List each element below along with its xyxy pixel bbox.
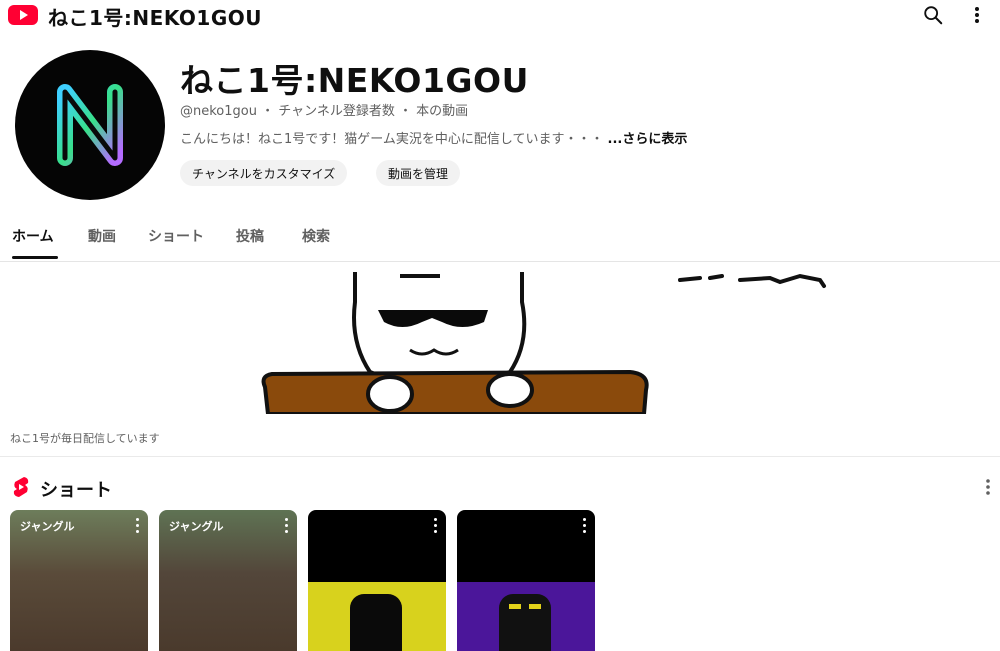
cat-sunglasses-illustration	[261, 272, 826, 414]
tab-shorts[interactable]: ショート	[148, 226, 204, 246]
channel-avatar[interactable]	[15, 50, 165, 200]
shorts-more-icon[interactable]	[982, 476, 994, 498]
channel-description[interactable]: こんにちは！ねこ1号です！猫ゲーム実況を中心に配信しています・・・ ...さらに表…	[180, 128, 687, 147]
youtube-logo-icon[interactable]	[8, 5, 38, 25]
short-card-more-icon[interactable]	[583, 518, 587, 534]
channel-description-text: こんにちは！ねこ1号です！猫ゲーム実況を中心に配信しています・・・	[180, 132, 604, 147]
top-bar: ねこ1号:NEKO1GOU	[0, 0, 1000, 30]
short-card-more-icon[interactable]	[434, 518, 438, 534]
shorts-section-title: ショート	[40, 480, 112, 501]
active-tab-indicator	[12, 256, 58, 259]
short-card-overlay-text: ジャングル	[169, 520, 224, 533]
tab-search[interactable]: 検索	[302, 226, 330, 246]
channel-meta: @neko1gou ・ チャンネル登録者数 ・ 本の動画	[180, 104, 469, 119]
short-card[interactable]: ジャングル	[159, 510, 297, 651]
customize-channel-button[interactable]: チャンネルをカスタマイズ	[180, 160, 348, 186]
short-card-more-icon[interactable]	[285, 518, 289, 534]
manage-videos-button[interactable]: 動画を管理	[376, 160, 461, 186]
tab-home[interactable]: ホーム	[12, 226, 54, 246]
character-silhouette	[499, 594, 551, 651]
short-card-more-icon[interactable]	[136, 518, 140, 534]
neon-n-logo-icon	[57, 84, 123, 166]
tab-videos[interactable]: 動画	[88, 226, 116, 246]
channel-name: ねこ1号:NEKO1GOU	[180, 61, 529, 100]
channel-tabs: ホーム 動画 ショート 投稿 検索	[0, 222, 1000, 262]
section-divider	[0, 456, 1000, 457]
search-icon[interactable]	[922, 4, 944, 26]
top-bar-title: ねこ1号:NEKO1GOU	[48, 6, 262, 30]
tab-posts[interactable]: 投稿	[236, 226, 264, 246]
short-card[interactable]: ジャングル	[10, 510, 148, 651]
short-card[interactable]	[308, 510, 446, 651]
banner-caption: ねこ1号が毎日配信しています	[10, 432, 160, 445]
short-card[interactable]	[457, 510, 595, 651]
shorts-icon	[13, 477, 29, 497]
featured-video-banner[interactable]	[10, 272, 992, 414]
yellow-eyes-icon	[509, 604, 541, 609]
description-more-link[interactable]: ...さらに表示	[608, 132, 688, 147]
more-vert-icon[interactable]	[968, 4, 986, 26]
character-silhouette	[350, 594, 402, 651]
short-card-overlay-text: ジャングル	[20, 520, 75, 533]
